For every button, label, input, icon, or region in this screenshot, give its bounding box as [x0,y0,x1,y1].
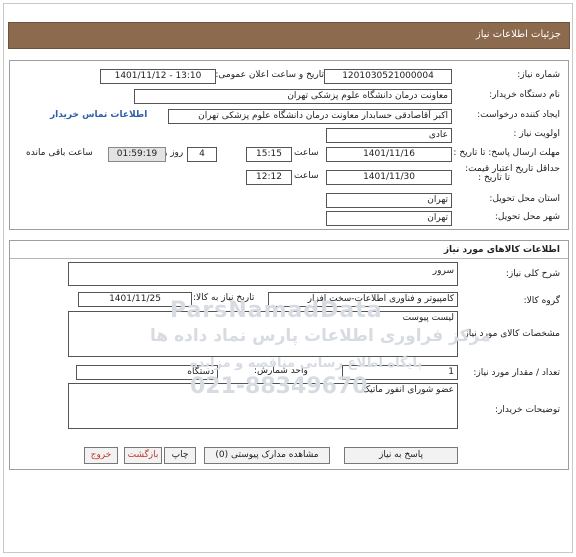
back-button[interactable]: بازگشت [124,447,162,464]
validity-date-field: 1401/11/30 [326,170,452,185]
buyer-contact-link[interactable]: اطلاعات تماس خریدار [50,110,147,120]
goods-section-title: اطلاعات کالاهای مورد نیاز [443,245,560,255]
request-info-panel: شماره نیاز: 1201030521000004 تاریخ و ساع… [9,60,569,230]
buyer-notes-field: عضو شورای انفور ماتیک [68,383,458,429]
reply-button[interactable]: پاسخ به نیاز [344,447,458,464]
days-label: روز و [163,148,184,158]
view-documents-button[interactable]: مشاهده مدارک پیوستی (0) [204,447,330,464]
announce-label: تاریخ و ساعت اعلان عمومی: [215,70,324,80]
requester-label: ایجاد کننده درخواست: [477,110,560,120]
deadline-label: مهلت ارسال پاسخ: تا تاریخ : [453,148,560,158]
validity-time-field: 12:12 [246,170,292,185]
need-number-field: 1201030521000004 [324,69,452,84]
requester-field: اکبر آقاصادقی حسابدار معاونت درمان دانشگ… [168,109,452,124]
need-date-field: 1401/11/25 [78,292,192,307]
buyer-org-label: نام دستگاه خریدار: [489,90,560,100]
summary-field: سرور [68,262,458,286]
print-button[interactable]: چاپ [164,447,196,464]
validity-to-label: تا تاریخ : [478,173,510,183]
unit-field: دستگاه [76,365,218,380]
buyer-notes-label: توضیحات خریدار: [494,405,560,415]
deadline-time-label: ساعت [294,148,319,158]
remaining-label: ساعت باقی مانده [26,148,93,158]
quantity-field: 1 [342,365,458,380]
city-label: شهر محل تحویل: [494,212,560,222]
page-header: جزئیات اطلاعات نیاز [8,22,570,49]
province-label: استان محل تحویل: [489,194,560,204]
page-title: جزئیات اطلاعات نیاز [475,29,561,40]
city-field: تهران [326,211,452,226]
validity-time-label: ساعت [294,171,319,181]
days-field: 4 [187,147,217,162]
announce-field: 1401/11/12 - 13:10 [100,69,216,84]
priority-field: عادی [326,128,452,143]
goods-info-panel: اطلاعات کالاهای مورد نیاز شرح کلی نیاز: … [9,240,569,470]
summary-label: شرح کلی نیاز: [505,269,560,279]
group-label: گروه کالا: [523,296,560,306]
section-divider [10,258,568,259]
unit-label: واحد شمارش: [254,366,308,376]
group-field: کامپیوتر و فناوری اطلاعات-سخت افزار [268,292,458,307]
need-number-label: شماره نیاز: [517,70,560,80]
quantity-label: تعداد / مقدار مورد نیاز: [473,368,560,378]
deadline-time-field: 15:15 [246,147,292,162]
province-field: تهران [326,193,452,208]
need-date-label: تاریخ نیاز به کالا: [193,293,255,303]
deadline-date-field: 1401/11/16 [326,147,452,162]
buyer-org-field: معاونت درمان دانشگاه علوم پزشکی تهران [134,89,452,104]
specs-field: لیست پیوست [68,311,458,357]
exit-button[interactable]: خروج [84,447,118,464]
priority-label: اولویت نیاز : [513,129,560,139]
specs-label: مشخصات کالای مورد نیاز: [461,329,560,339]
remaining-time-field: 01:59:19 [108,147,166,162]
